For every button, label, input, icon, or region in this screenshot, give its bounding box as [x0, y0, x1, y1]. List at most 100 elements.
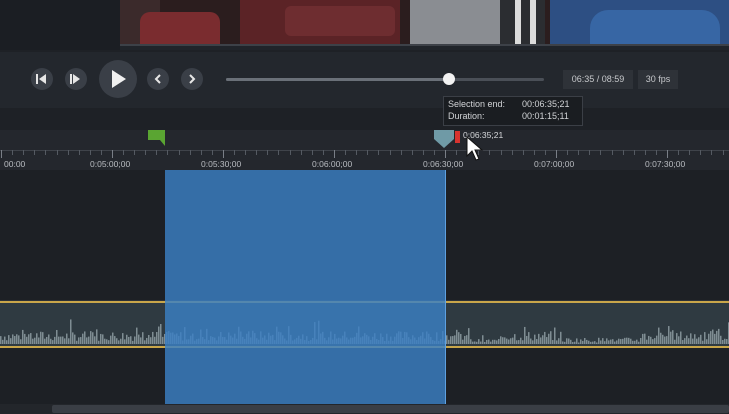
- playhead[interactable]: [455, 131, 460, 143]
- ruler-tick: [245, 150, 246, 155]
- video-preview: [0, 0, 729, 50]
- ruler-tick: [367, 150, 368, 155]
- next-button[interactable]: [181, 68, 203, 90]
- ruler-tick: [345, 150, 346, 155]
- in-point-marker[interactable]: [148, 130, 165, 146]
- ruler-tick: [489, 150, 490, 155]
- ruler-tick: [700, 150, 701, 155]
- ruler-tick: [390, 150, 391, 155]
- ruler-tick: [45, 150, 46, 155]
- ruler-tick: [711, 150, 712, 155]
- duration-label: Duration:: [448, 111, 485, 121]
- ruler-tick: [290, 150, 291, 155]
- ruler-tick: [689, 150, 690, 155]
- ruler-baseline: [0, 150, 729, 151]
- step-forward-icon: [70, 74, 80, 84]
- ruler-tick: [223, 150, 224, 158]
- ruler-tick: [190, 150, 191, 155]
- previous-button[interactable]: [147, 68, 169, 90]
- ruler-label: 0:06:00;00: [312, 159, 353, 169]
- ruler-tick: [134, 150, 135, 155]
- ruler-tick: [68, 150, 69, 155]
- ruler-tick: [145, 150, 146, 155]
- ruler-tick: [667, 150, 668, 158]
- ruler-tick: [501, 150, 502, 155]
- step-back-icon: [36, 74, 46, 84]
- ruler-tick: [234, 150, 235, 155]
- ruler-tick: [556, 150, 557, 158]
- ruler-tick: [34, 150, 35, 155]
- ruler-tick: [101, 150, 102, 155]
- ruler-tick: [12, 150, 13, 155]
- ruler-tick: [412, 150, 413, 155]
- ruler-tick: [656, 150, 657, 155]
- ruler-tick: [589, 150, 590, 155]
- selection-tooltip: Selection end: 00:06:35;21 Duration: 00:…: [443, 96, 583, 126]
- ruler-tick: [90, 150, 91, 155]
- fps-display: 30 fps: [638, 70, 678, 89]
- ruler-tick: [567, 150, 568, 155]
- ruler-tick: [423, 150, 424, 155]
- ruler-tick: [79, 150, 80, 155]
- ruler-label: 0:05:00;00: [90, 159, 131, 169]
- video-frame: [120, 0, 729, 46]
- scrubber-progress: [226, 78, 449, 81]
- ruler-tick: [179, 150, 180, 155]
- ruler-label: 0:06:30;00: [423, 159, 464, 169]
- ruler-tick: [612, 150, 613, 155]
- selection-range[interactable]: [165, 170, 446, 404]
- mouse-cursor-icon: [466, 136, 484, 161]
- chevron-right-icon: [189, 74, 196, 84]
- ruler-label: 00:00: [4, 159, 26, 169]
- ruler-tick: [123, 150, 124, 155]
- ruler-tick: [545, 150, 546, 155]
- selection-end-value: 00:06:35;21: [522, 99, 570, 109]
- ruler-tick: [356, 150, 357, 155]
- ruler-tick: [267, 150, 268, 155]
- ruler-tick: [401, 150, 402, 155]
- ruler-tick: [1, 150, 2, 158]
- ruler-tick: [167, 150, 168, 155]
- ruler-tick: [445, 150, 446, 158]
- scrubber-thumb[interactable]: [443, 73, 455, 85]
- ruler-tick: [112, 150, 113, 158]
- time-display: 06:35 / 08:59: [563, 70, 633, 89]
- ruler-label: 0:07:00;00: [534, 159, 575, 169]
- play-icon: [112, 70, 126, 88]
- ruler-tick: [512, 150, 513, 155]
- ruler-tick: [278, 150, 279, 155]
- horizontal-scroll-thumb[interactable]: [52, 405, 729, 413]
- ruler-tick: [256, 150, 257, 155]
- ruler-tick: [623, 150, 624, 155]
- ruler-tick: [600, 150, 601, 155]
- ruler-tick: [578, 150, 579, 155]
- ruler-tick: [456, 150, 457, 155]
- ruler-tick: [312, 150, 313, 155]
- ruler-tick: [57, 150, 58, 155]
- ruler-tick: [523, 150, 524, 155]
- ruler-label: 0:05:30;00: [201, 159, 242, 169]
- ruler-tick: [645, 150, 646, 155]
- ruler-tick: [634, 150, 635, 155]
- ruler-tick: [434, 150, 435, 155]
- ruler-tick: [201, 150, 202, 155]
- duration-value: 00:01:15;11: [522, 111, 569, 121]
- chevron-left-icon: [154, 74, 161, 84]
- ruler-label: 0:07:30;00: [645, 159, 686, 169]
- ruler-tick: [334, 150, 335, 158]
- ruler-tick: [23, 150, 24, 155]
- ruler-tick: [301, 150, 302, 155]
- selection-end-label: Selection end:: [448, 99, 506, 109]
- ruler-tick: [156, 150, 157, 155]
- ruler-tick: [378, 150, 379, 155]
- ruler-tick: [534, 150, 535, 155]
- play-button[interactable]: [99, 60, 137, 98]
- ruler-tick: [723, 150, 724, 155]
- step-forward-button[interactable]: [65, 68, 87, 90]
- out-point-marker[interactable]: [434, 130, 454, 148]
- ruler-tick: [212, 150, 213, 155]
- step-back-button[interactable]: [31, 68, 53, 90]
- preview-left-pane: [0, 0, 120, 50]
- ruler-tick: [323, 150, 324, 155]
- ruler-tick: [678, 150, 679, 155]
